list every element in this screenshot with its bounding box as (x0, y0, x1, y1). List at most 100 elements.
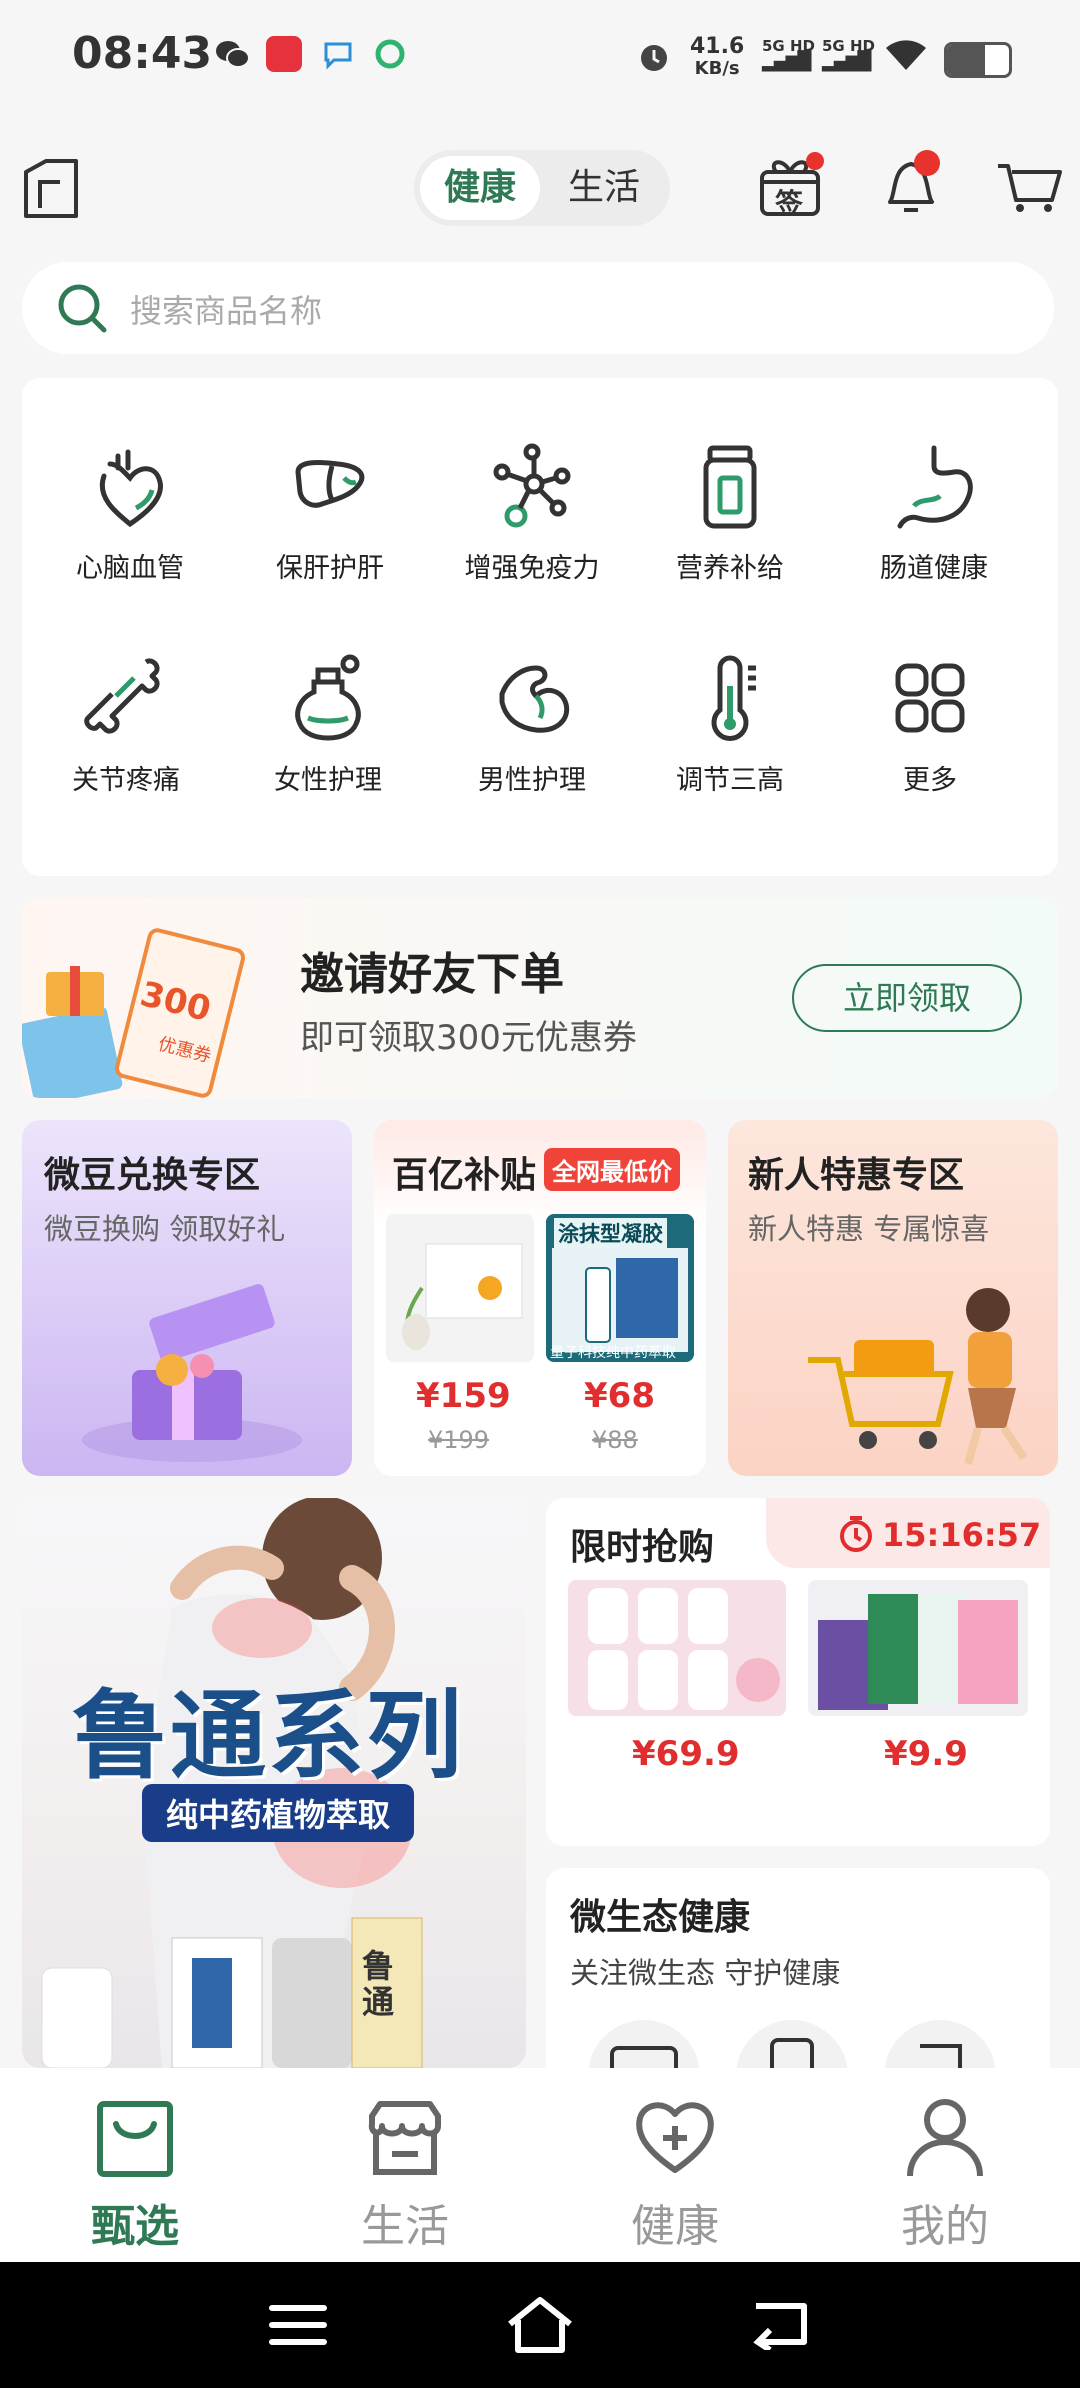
nav-selected[interactable]: 甄选 (0, 2068, 270, 2262)
user-icon (907, 2099, 983, 2177)
liver-icon (295, 459, 365, 508)
app-notification-icon-2 (372, 36, 408, 72)
category-nutrition[interactable]: 营养补给 (630, 422, 830, 622)
invite-subtitle: 即可领取300元优惠券 (300, 1018, 637, 1058)
category-male[interactable]: 男性护理 (432, 634, 632, 834)
subsidy-card[interactable]: 百亿补贴 全网最低价 涂抹型凝胶 量子科技纯中药萃取 ¥159 ¥199 ¥68… (374, 1120, 706, 1476)
battery-icon (944, 42, 1012, 78)
gift-badge-dot (806, 152, 824, 170)
system-nav-bar (0, 2262, 1080, 2388)
nav-label: 甄选 (91, 2201, 179, 2252)
flash-product-image-2[interactable] (808, 1580, 1028, 1716)
invite-banner[interactable]: 300 优惠券 邀请好友下单 即可领取300元优惠券 立即领取 (22, 898, 1058, 1098)
sign-icon-label: 签 (775, 187, 804, 220)
lowest-price-badge: 全网最低价 (544, 1148, 680, 1191)
store-icon (368, 2101, 441, 2175)
sim2-signal: 5G HD ▂▄▆█ (822, 37, 875, 72)
weidou-subtitle: 微豆换购 领取好礼 (44, 1212, 286, 1246)
gift-sign-icon[interactable]: 签 (756, 150, 826, 220)
bell-icon[interactable] (876, 150, 946, 220)
category-label: 女性护理 (274, 765, 382, 796)
category-label: 调节三高 (676, 765, 784, 796)
bell-badge-dot (914, 150, 940, 176)
category-female[interactable]: 女性护理 (228, 634, 428, 834)
wifi-icon (884, 36, 928, 78)
newcomer-subtitle: 新人特惠 专属惊喜 (748, 1212, 990, 1246)
category-label: 肠道健康 (880, 553, 988, 584)
newcomer-card[interactable]: 新人特惠专区 新人特惠 专属惊喜 (728, 1120, 1058, 1476)
nav-health[interactable]: 健康 (540, 2068, 810, 2262)
shopping-bag-icon (97, 2101, 173, 2177)
thermometer-icon (711, 655, 756, 741)
status-time: 08:43 (72, 28, 213, 79)
tab-health[interactable]: 健康 (420, 156, 540, 220)
eco-subtitle: 关注微生态 守护健康 (570, 1956, 841, 1990)
invite-title: 邀请好友下单 (300, 949, 564, 1000)
search-icon (56, 282, 110, 340)
category-label: 男性护理 (478, 765, 586, 796)
bottom-nav: 甄选 生活 健康 我的 (0, 2068, 1080, 2262)
lutong-subtitle: 纯中药植物萃取 (142, 1784, 415, 1842)
logo-icon[interactable] (22, 158, 80, 218)
heart-organ-icon (99, 449, 163, 528)
search-bar[interactable]: 搜索商品名称 (22, 262, 1054, 354)
weidou-exchange-card[interactable]: 微豆兑换专区 微豆换购 领取好礼 (22, 1120, 352, 1476)
coupon-illustration: 300 优惠券 (22, 918, 252, 1098)
nav-label: 健康 (631, 2201, 719, 2252)
product-price: ¥159 (416, 1376, 511, 1416)
perfume-bottle-icon (295, 654, 361, 741)
sim1-signal: 5G HD ▂▄▆█ (762, 37, 815, 72)
home-icon[interactable] (504, 2294, 576, 2358)
newcomer-title: 新人特惠专区 (748, 1155, 965, 1196)
product-price: ¥68 (584, 1376, 655, 1416)
category-liver[interactable]: 保肝护肝 (230, 422, 430, 622)
supplement-bottle-icon (703, 445, 757, 529)
category-label: 关节疼痛 (72, 765, 180, 796)
nav-life[interactable]: 生活 (270, 2068, 540, 2262)
product-image-2[interactable]: 涂抹型凝胶 量子科技纯中药萃取 (546, 1214, 694, 1362)
wechat-icon (214, 38, 250, 74)
category-grid: 心脑血管 保肝护肝 增强免疫力 营养补给 肠道健康 关节疼痛 女性护理 男性护理… (22, 378, 1058, 876)
lutong-title: 鲁通系列 (72, 1679, 464, 1792)
subsidy-title: 百亿补贴 (392, 1155, 537, 1196)
alarm-icon (636, 38, 672, 74)
nav-label: 我的 (901, 2201, 989, 2252)
flash-product-image-1[interactable] (568, 1580, 786, 1716)
cart-icon[interactable] (994, 150, 1064, 220)
category-cardio[interactable]: 心脑血管 (30, 422, 230, 622)
molecule-icon (493, 443, 571, 528)
tab-life[interactable]: 生活 (544, 156, 664, 220)
category-label: 心脑血管 (76, 553, 184, 584)
category-label: 营养补给 (676, 553, 784, 584)
category-three-highs[interactable]: 调节三高 (630, 634, 830, 834)
product-original-price: ¥88 (592, 1426, 638, 1454)
lutong-series-banner[interactable]: 鲁通系列 纯中药植物萃取 鲁通 (22, 1498, 526, 2068)
flash-sale-card[interactable]: 限时抢购 15:16:57 ¥69.9 ¥9.9 (546, 1498, 1050, 1846)
muscle-arm-icon (499, 665, 570, 733)
eco-title: 微生态健康 (570, 1897, 751, 1938)
category-more[interactable]: 更多 (830, 634, 1030, 834)
gift-box-illustration (62, 1270, 322, 1474)
back-icon[interactable] (748, 2298, 812, 2354)
category-label: 增强免疫力 (464, 553, 600, 584)
nav-label: 生活 (361, 2201, 449, 2252)
category-gut[interactable]: 肠道健康 (834, 422, 1034, 622)
category-label: 保肝护肝 (276, 553, 384, 584)
flash-product-price: ¥9.9 (884, 1734, 968, 1774)
gel-box-caption: 量子科技纯中药萃取 (550, 1345, 676, 1361)
flash-sale-title: 限时抢购 (570, 1527, 715, 1568)
menu-icon[interactable] (268, 2300, 328, 2354)
bone-joint-icon (84, 658, 160, 734)
status-bar: 08:43 41.6 KB/s 5G HD ▂▄▆█ 5G HD ▂▄▆█ (0, 0, 1080, 120)
search-input[interactable]: 搜索商品名称 (130, 286, 322, 332)
flash-product-price: ¥69.9 (632, 1734, 740, 1774)
heart-plus-icon (636, 2102, 714, 2173)
category-immunity[interactable]: 增强免疫力 (432, 422, 632, 622)
micro-ecology-card[interactable]: 微生态健康 关注微生态 守护健康 (546, 1868, 1050, 2088)
claim-button[interactable]: 立即领取 (792, 964, 1022, 1032)
product-original-price: ¥199 (428, 1426, 490, 1454)
nav-mine[interactable]: 我的 (810, 2068, 1080, 2262)
product-image-1[interactable] (386, 1214, 534, 1362)
category-joint[interactable]: 关节疼痛 (26, 634, 226, 834)
weidou-title: 微豆兑换专区 (44, 1155, 261, 1196)
